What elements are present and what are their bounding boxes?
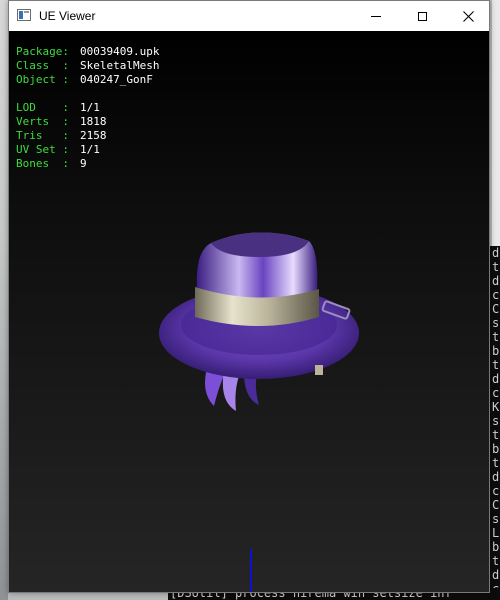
info-label: LOD : <box>16 101 69 114</box>
info-label: Tris : <box>16 129 69 142</box>
info-value: 1/1 <box>80 143 100 156</box>
desktop-background-left <box>0 0 8 600</box>
minimize-icon <box>371 15 381 17</box>
console-edge-text: ti <box>492 554 500 568</box>
info-row: Tris : 2158 <box>16 129 159 143</box>
info-row: LOD : 1/1 <box>16 101 159 115</box>
info-label: Verts : <box>16 115 69 128</box>
app-icon[interactable] <box>17 9 31 21</box>
console-edge-text: ti <box>492 330 500 344</box>
console-edge-text: ce <box>492 288 500 302</box>
console-edge-text: K <box>492 400 500 414</box>
info-row: Package: 00039409.upk <box>16 45 159 59</box>
close-button[interactable] <box>445 1 491 31</box>
close-icon <box>462 10 474 22</box>
background-console-window: ditidceCsetibotidceKsetibotidceCseLbotid… <box>490 246 500 600</box>
info-label: Package: <box>16 45 69 58</box>
info-row: Class : SkeletalMesh <box>16 59 159 73</box>
axis-indicator <box>250 549 252 592</box>
console-edge-text: se <box>492 316 500 330</box>
info-value: 040247_GonF <box>80 73 153 86</box>
info-label: UV Set : <box>16 143 69 156</box>
info-value: SkeletalMesh <box>80 59 160 72</box>
info-row: UV Set : 1/1 <box>16 143 159 157</box>
ue-viewer-window: UE Viewer Package: 00039409.upk Class : Ske… <box>8 0 490 593</box>
info-value: 00039409.upk <box>80 45 160 58</box>
3d-viewport[interactable]: Package: 00039409.upk Class : SkeletalMesh O… <box>9 31 489 592</box>
info-label: Class : <box>16 59 69 72</box>
hat-mesh-model[interactable] <box>149 221 369 451</box>
title-bar[interactable]: UE Viewer <box>9 1 489 31</box>
console-edge-text: bo <box>492 442 500 456</box>
console-edge-text: ce <box>492 386 500 400</box>
console-edge-text: d <box>492 470 500 484</box>
info-value: 9 <box>80 157 87 170</box>
window-title: UE Viewer <box>39 9 96 23</box>
info-label: Object : <box>16 73 69 86</box>
minimize-button[interactable] <box>353 1 399 31</box>
console-edge-text: ti <box>492 456 500 470</box>
console-edge-text: se <box>492 414 500 428</box>
console-edge-text: d <box>492 372 500 386</box>
mesh-info-overlay: Package: 00039409.upk Class : SkeletalMesh O… <box>16 45 159 171</box>
console-edge-text: ti <box>492 260 500 274</box>
console-edge-text: se <box>492 512 500 526</box>
console-edge-text: bo <box>492 540 500 554</box>
console-edge-text: C <box>492 302 500 316</box>
console-edge-text: di <box>492 246 500 260</box>
console-edge-text: bo <box>492 344 500 358</box>
info-label: Bones : <box>16 157 69 170</box>
info-value: 2158 <box>80 129 107 142</box>
console-edge-text: L <box>492 526 500 540</box>
console-edge-text: ti <box>492 428 500 442</box>
console-edge-text: d <box>492 568 500 582</box>
maximize-button[interactable] <box>399 1 445 31</box>
info-value: 1/1 <box>80 101 100 114</box>
console-edge-text: d <box>492 274 500 288</box>
info-row: Verts : 1818 <box>16 115 159 129</box>
console-edge-text: C <box>492 498 500 512</box>
console-edge-text: ce <box>492 484 500 498</box>
console-edge-text: ti <box>492 358 500 372</box>
info-row: Bones : 9 <box>16 157 159 171</box>
info-row: Object : 040247_GonF <box>16 73 159 87</box>
maximize-icon <box>417 11 427 21</box>
info-value: 1818 <box>80 115 107 128</box>
